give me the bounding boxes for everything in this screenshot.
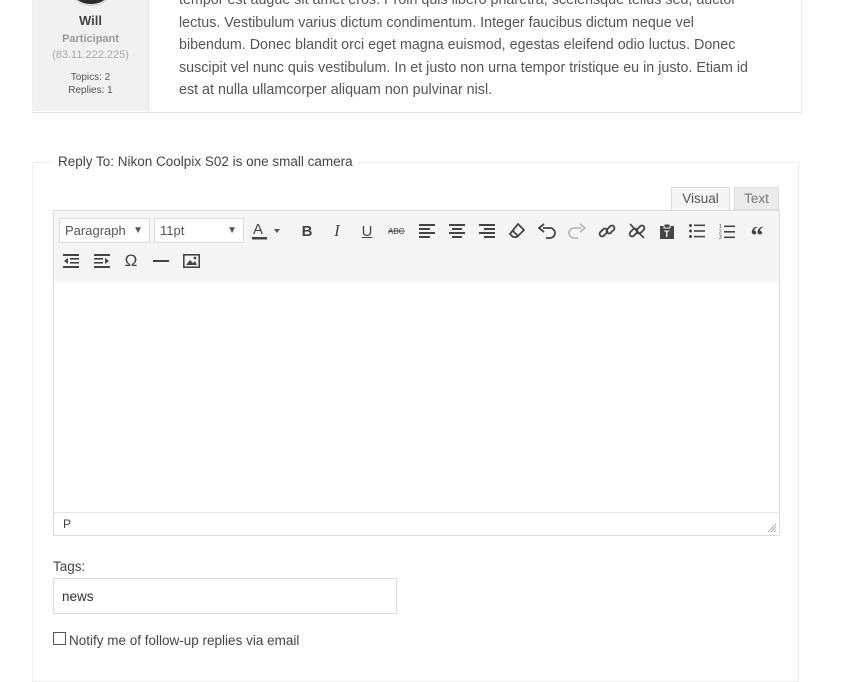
svg-text:A: A	[253, 221, 263, 238]
special-character-button[interactable]: Ω	[118, 248, 144, 274]
outdent-button[interactable]	[58, 248, 84, 274]
rich-text-editor: Paragraph ▼ 11pt ▼ A B I U ABC T 1 2 3 “…	[53, 210, 780, 536]
underline-icon: U	[361, 222, 373, 240]
author-role: Participant	[62, 33, 119, 45]
reply-author-panel: Will Participant (83.11.222.225) Topics:…	[33, 0, 149, 111]
redo-button[interactable]	[564, 218, 590, 244]
editor-statusbar: P	[54, 512, 779, 535]
editor-toolbar: Paragraph ▼ 11pt ▼ A B I U ABC T 1 2 3 “…	[54, 211, 779, 283]
reply-content-line: est at nulla ullamcorper aliquam non pul…	[179, 82, 493, 99]
reply-content-line: bibendum. Donec blandit orci eget magna …	[179, 37, 736, 54]
svg-text:3: 3	[719, 235, 722, 239]
blockquote-icon: “	[750, 221, 764, 250]
tab-visual[interactable]: Visual	[671, 187, 730, 210]
author-topic-count: Topics: 2	[70, 72, 111, 83]
text-color-button[interactable]: A	[249, 218, 285, 244]
tab-text[interactable]: Text	[734, 187, 779, 210]
text-color-icon: A	[252, 221, 280, 240]
bold-icon: B	[301, 222, 313, 240]
italic-button[interactable]: I	[324, 218, 350, 244]
clear-formatting-button[interactable]	[504, 218, 530, 244]
indent-button[interactable]	[89, 248, 115, 274]
reply-content-line: tempor est augue sit amet eros. Proin qu…	[179, 0, 737, 8]
reply-content: tempor est augue sit amet eros. Proin qu…	[179, 0, 779, 102]
clear-formatting-icon	[509, 223, 525, 238]
avatar[interactable]	[65, 0, 117, 6]
special-character-icon: Ω	[124, 251, 138, 270]
blockquote-button[interactable]: “	[744, 218, 770, 250]
reply-content-line: lectus. Vestibulum varius dictum condime…	[179, 14, 694, 31]
paste-icon: T	[660, 223, 674, 239]
insert-image-button[interactable]	[178, 248, 204, 274]
reply-content-line: suscipit vel nunc quis vestibulum. In et…	[179, 59, 748, 76]
align-center-button[interactable]	[444, 218, 470, 244]
undo-icon	[538, 223, 556, 239]
tags-input[interactable]	[53, 578, 397, 614]
unlink-icon	[628, 223, 646, 239]
align-left-button[interactable]	[414, 218, 440, 244]
format-select-value: Paragraph	[65, 223, 126, 238]
font-size-value: 11pt	[160, 223, 185, 238]
align-center-icon	[449, 224, 465, 238]
notify-label[interactable]: Notify me of follow-up replies via email	[69, 633, 299, 648]
format-select[interactable]: Paragraph ▼	[59, 218, 150, 243]
reply-form-legend: Reply To: Nikon Coolpix S02 is one small…	[52, 154, 359, 169]
strikethrough-icon: ABC	[388, 227, 405, 236]
insert-image-icon	[182, 254, 200, 268]
element-path[interactable]: P	[63, 517, 71, 531]
tags-label: Tags:	[53, 559, 86, 574]
underline-button[interactable]: U	[354, 218, 380, 244]
link-icon	[598, 224, 616, 238]
italic-icon: I	[334, 221, 340, 240]
indent-icon	[94, 254, 110, 268]
numbered-list-icon: 123	[719, 224, 735, 239]
notify-checkbox[interactable]	[53, 632, 66, 645]
horizontal-line-button[interactable]	[148, 248, 174, 274]
redo-icon	[568, 223, 586, 239]
outdent-icon	[63, 254, 79, 268]
chevron-down-icon: ▼	[227, 225, 237, 236]
align-right-icon	[479, 224, 495, 238]
author-ip: (83.11.222.225)	[52, 49, 129, 61]
editor-content-area[interactable]	[54, 282, 779, 514]
remove-link-button[interactable]	[624, 218, 650, 244]
align-left-icon	[419, 224, 435, 238]
undo-button[interactable]	[534, 218, 560, 244]
bullet-list-icon	[689, 224, 705, 238]
svg-text:T: T	[664, 229, 670, 239]
horizontal-rule-icon	[153, 260, 169, 262]
author-name[interactable]: Will	[33, 13, 148, 28]
align-right-button[interactable]	[474, 218, 500, 244]
font-size-select[interactable]: 11pt ▼	[154, 218, 244, 243]
author-reply-count: Replies: 1	[68, 85, 113, 96]
previous-reply: Will Participant (83.11.222.225) Topics:…	[32, 0, 802, 113]
paste-text-button[interactable]: T	[654, 218, 680, 244]
bold-button[interactable]: B	[294, 218, 320, 244]
insert-link-button[interactable]	[594, 218, 620, 244]
strikethrough-button[interactable]: ABC	[384, 218, 410, 244]
chevron-down-icon: ▼	[133, 225, 143, 236]
bullet-list-button[interactable]	[684, 218, 710, 244]
numbered-list-button[interactable]: 123	[714, 218, 740, 244]
resize-handle-icon[interactable]	[767, 523, 777, 533]
